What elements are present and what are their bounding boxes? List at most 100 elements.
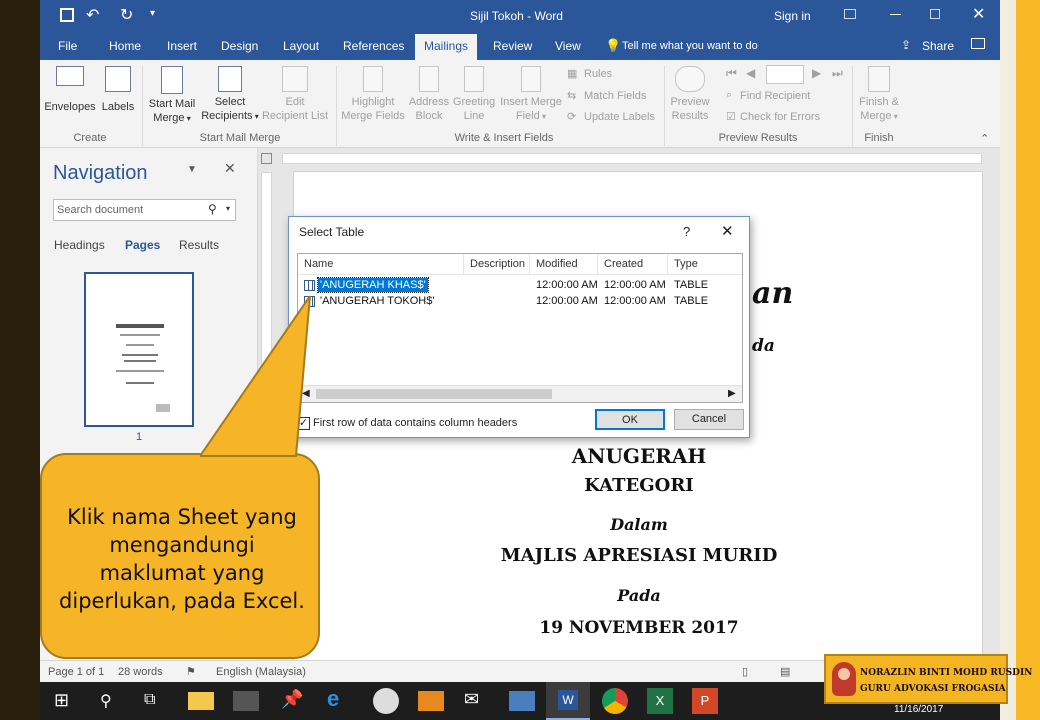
tell-me-box[interactable]: Tell me what you want to do [622,40,758,52]
windows-start-icon[interactable]: ⊞ [54,690,80,716]
share-icon[interactable]: ⇪ [901,38,911,52]
col-created[interactable]: Created [598,254,668,274]
envelopes-button[interactable]: Envelopes [44,66,96,114]
col-name[interactable]: Name [298,254,464,274]
next-record-icon[interactable]: ▶ [812,66,821,80]
search-dropdown-icon[interactable]: ▾ [226,204,230,213]
scroll-right-icon[interactable]: ▶ [728,388,736,399]
read-mode-icon[interactable]: ▯ [742,665,748,678]
taskbar-date[interactable]: 11/16/2017 [894,704,943,715]
dialog-title: Select Table [299,225,365,239]
chrome-icon[interactable] [602,688,628,714]
nav-options-icon[interactable]: ▼ [187,164,197,175]
comments-icon[interactable] [971,38,985,49]
edit-recipient-list-button[interactable]: Edit Recipient List [258,66,332,123]
dialog-help-button[interactable]: ? [683,224,690,239]
record-number-input[interactable] [766,65,804,84]
match-fields-button[interactable]: Match Fields [584,90,646,102]
word-icon[interactable]: W [546,682,590,720]
cancel-button[interactable]: Cancel [674,409,744,430]
address-block-button[interactable]: Address Block [405,66,453,123]
minimize-icon[interactable] [890,14,901,15]
col-description[interactable]: Description [464,254,530,274]
close-icon[interactable]: ✕ [972,4,985,24]
scroll-thumb[interactable] [316,389,552,399]
insert-merge-field-button[interactable]: Insert Merge Field ▾ [496,66,566,124]
clock-app-icon[interactable] [373,688,399,714]
start-mail-merge-button[interactable]: Start Mail Merge ▾ [144,66,200,126]
edge-icon[interactable]: e [327,686,353,712]
doc-date: 19 NOVEMBER 2017 [539,618,739,638]
check-errors-button[interactable]: Check for Errors [740,111,820,123]
group-write-label: Write & Insert Fields [454,132,554,144]
pin-icon[interactable]: 📌 [281,689,307,715]
tab-mailings[interactable]: Mailings [415,34,478,60]
highlight-merge-fields-button[interactable]: Highlight Merge Fields [338,66,408,123]
word-count[interactable]: 28 words [118,666,163,678]
nav-close-icon[interactable]: ✕ [224,160,236,177]
collapse-ribbon-icon[interactable]: ⌃ [980,132,989,145]
horizontal-scrollbar[interactable]: ◀ ▶ [298,385,742,402]
rules-button[interactable]: Rules [584,68,612,80]
page-thumbnail[interactable] [84,272,194,427]
redo-icon[interactable]: ↻ [120,5,133,25]
update-labels-button[interactable]: Update Labels [584,111,655,123]
labels-button[interactable]: Labels [98,66,138,114]
powerpoint-icon[interactable]: P [692,688,718,714]
tab-layout[interactable]: Layout [283,39,319,53]
tab-home[interactable]: Home [109,39,141,53]
customize-qat-icon[interactable]: ▾ [150,8,155,19]
tab-file[interactable]: File [58,39,77,53]
tab-design[interactable]: Design [221,39,258,53]
store-icon[interactable] [233,691,259,711]
ok-button[interactable]: OK [595,409,665,430]
page-count[interactable]: Page 1 of 1 [48,666,104,678]
preview-results-button[interactable]: Preview Results [666,66,714,123]
mail-icon[interactable]: ✉ [464,689,490,715]
col-type[interactable]: Type [668,254,742,274]
page-thumbnail-number: 1 [136,431,143,443]
search-icon[interactable]: ⚲ [208,202,217,216]
col-modified[interactable]: Modified [530,254,598,274]
print-layout-icon[interactable]: ▤ [780,665,790,678]
search-icon[interactable]: ⚲ [100,691,126,717]
tab-pages[interactable]: Pages [125,238,160,252]
restore-icon[interactable] [930,9,940,19]
select-recipients-button[interactable]: Select Recipients ▾ [198,66,262,124]
ribbon-display-icon[interactable] [844,9,856,19]
greeting-line-button[interactable]: Greeting Line [450,66,498,123]
tab-review[interactable]: Review [493,39,532,53]
web-icon[interactable] [509,691,535,711]
last-record-icon[interactable]: ⏭ [832,66,843,81]
group-preview-label: Preview Results [718,132,798,144]
table-list[interactable]: Name Description Modified Created Type '… [297,253,743,403]
dialog-close-icon[interactable]: ✕ [721,222,734,240]
sign-in-link[interactable]: Sign in [774,9,811,23]
save-icon[interactable] [60,8,74,22]
finish-merge-button[interactable]: Finish & Merge ▾ [854,66,904,124]
table-row[interactable]: 'ANUGERAH KHAS$' 12:00:00 AM 12:00:00 AM… [298,277,742,294]
ruler-tab-selector[interactable] [261,153,272,164]
tab-insert[interactable]: Insert [167,39,197,53]
share-button[interactable]: Share [922,39,954,53]
first-record-icon[interactable]: ⏮ [726,66,737,81]
media-icon[interactable] [418,691,444,711]
tab-view[interactable]: View [555,39,581,53]
first-row-headers-label[interactable]: First row of data contains column header… [313,417,517,429]
undo-icon[interactable]: ↶ [86,5,99,25]
language-indicator[interactable]: English (Malaysia) [216,666,306,678]
search-document-input[interactable]: Search document ⚲ ▾ [53,199,236,221]
ribbon-tabs: File Home Insert Design Layout Reference… [40,32,1000,60]
doc-partial-text: da [752,336,775,356]
proofing-icon[interactable]: ⚑ [186,665,196,678]
find-recipient-button[interactable]: Find Recipient [740,90,810,102]
excel-icon[interactable]: X [647,688,673,714]
tab-references[interactable]: References [343,39,404,53]
task-view-icon[interactable]: ⧉ [144,691,170,717]
tab-headings[interactable]: Headings [54,238,105,252]
file-explorer-icon[interactable] [188,692,214,710]
row-name-selected[interactable]: 'ANUGERAH KHAS$' [317,277,429,293]
tab-results[interactable]: Results [179,238,219,252]
table-row[interactable]: 'ANUGERAH TOKOH$' 12:00:00 AM 12:00:00 A… [298,294,742,310]
previous-record-icon[interactable]: ◀ [746,66,755,80]
